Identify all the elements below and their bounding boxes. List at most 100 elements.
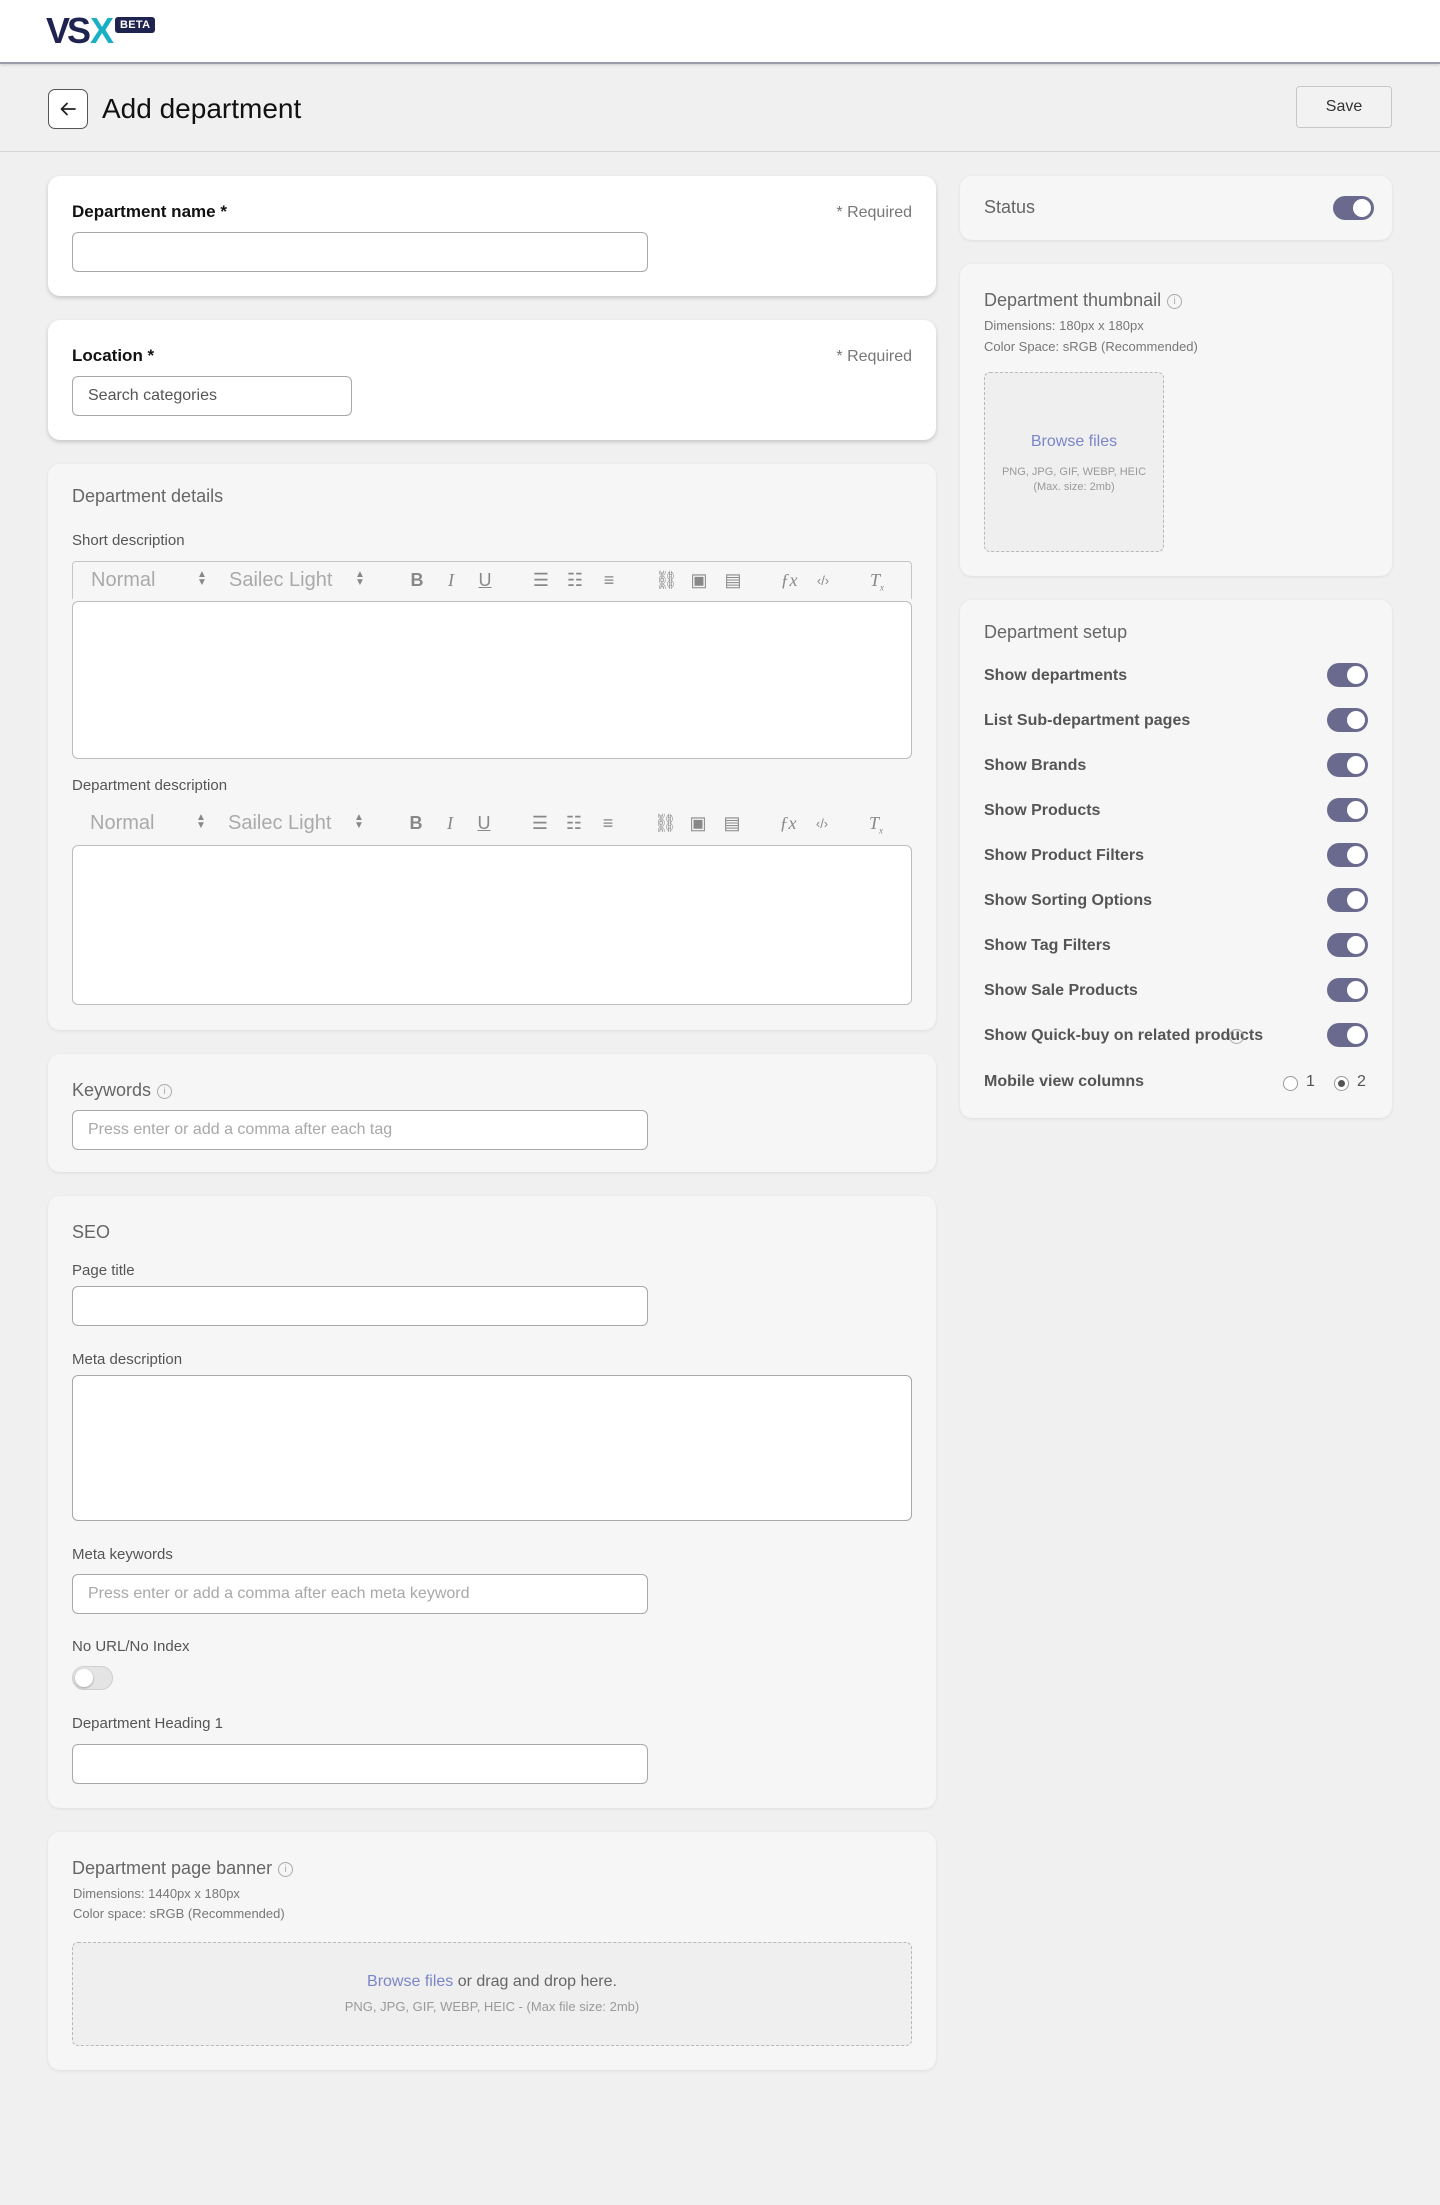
- no-index-toggle[interactable]: [72, 1666, 113, 1690]
- page-banner-card: Department page banner i Dimensions: 1440…: [48, 1832, 936, 2070]
- location-search-input[interactable]: Search categories: [72, 376, 352, 416]
- short-description-editor[interactable]: [72, 601, 912, 759]
- banner-color-space: Color space: sRGB (Recommended): [73, 1906, 285, 1921]
- keywords-input[interactable]: Press enter or add a comma after each ta…: [72, 1110, 648, 1150]
- browse-files-link[interactable]: Browse files: [367, 1973, 453, 1990]
- setup-item-label: Show Tag Filters: [984, 937, 1111, 954]
- ordered-list-icon[interactable]: ☰: [530, 813, 550, 834]
- department-heading-input[interactable]: [72, 1744, 648, 1784]
- seo-title: SEO: [72, 1222, 111, 1242]
- setup-item-label: Show Product Filters: [984, 847, 1145, 864]
- logo-vs: VS: [46, 10, 91, 51]
- bullet-list-icon[interactable]: ☷: [564, 813, 584, 834]
- mobile-columns-radio-2[interactable]: [1334, 1076, 1349, 1091]
- setup-toggle[interactable]: [1327, 708, 1368, 732]
- meta-keywords-input[interactable]: Press enter or add a comma after each me…: [72, 1574, 648, 1614]
- clear-format-icon[interactable]: Tx: [867, 570, 887, 593]
- required-note: * Required: [836, 348, 912, 365]
- department-description-toolbar: Normal ▲ ▼ Sailec Light ▲ ▼ B I U ☰ ☷ ≡ ⛓ …: [72, 805, 912, 843]
- setup-toggle[interactable]: [1327, 888, 1368, 912]
- no-index-label: No URL/No Index: [72, 1638, 190, 1655]
- back-button[interactable]: [48, 89, 88, 129]
- banner-dropzone[interactable]: Browse files or drag and drop here. PNG,…: [72, 1942, 912, 2046]
- department-description-editor[interactable]: [72, 845, 912, 1005]
- video-icon[interactable]: ▤: [722, 813, 742, 834]
- ordered-list-icon[interactable]: ☰: [531, 570, 551, 591]
- italic-icon[interactable]: I: [441, 570, 461, 591]
- align-icon[interactable]: ≡: [599, 570, 619, 591]
- format-select-arrows-icon: ▲ ▼: [196, 812, 206, 831]
- format-select[interactable]: Normal: [90, 812, 154, 835]
- thumbnail-max-size: (Max. size: 2mb): [1033, 481, 1115, 493]
- code-icon[interactable]: ‹/›: [812, 816, 832, 831]
- keywords-label: Keywords i: [72, 1080, 173, 1101]
- setup-toggle[interactable]: [1327, 978, 1368, 1002]
- top-bar: VS X BETA: [0, 0, 1440, 64]
- department-name-input[interactable]: [72, 232, 648, 272]
- italic-icon[interactable]: I: [440, 813, 460, 834]
- page-banner-title: Department page banner i: [72, 1858, 294, 1879]
- setup-item-label: Show Sorting Options: [984, 892, 1152, 909]
- status-toggle[interactable]: [1333, 196, 1374, 220]
- link-icon[interactable]: ⛓: [654, 813, 677, 834]
- vsx-logo[interactable]: VS X BETA: [46, 10, 156, 51]
- department-name-label: Department name *: [72, 202, 227, 221]
- thumbnail-title-text: Department thumbnail: [984, 290, 1162, 310]
- setup-item-label: Show Quick-buy on related products: [984, 1027, 1264, 1044]
- setup-toggle[interactable]: [1327, 933, 1368, 957]
- format-select[interactable]: Normal: [91, 569, 155, 592]
- align-icon[interactable]: ≡: [598, 813, 618, 834]
- meta-description-textarea[interactable]: [72, 1375, 912, 1521]
- meta-keywords-label: Meta keywords: [72, 1546, 173, 1563]
- bold-icon[interactable]: B: [406, 813, 426, 834]
- setup-item-label: Show Products: [984, 802, 1101, 819]
- save-button[interactable]: Save: [1296, 86, 1392, 128]
- bullet-list-icon[interactable]: ☷: [565, 570, 585, 591]
- setup-item-label: Show Sale Products: [984, 982, 1138, 999]
- code-icon[interactable]: ‹/›: [813, 573, 833, 588]
- font-select[interactable]: Sailec Light: [229, 569, 332, 592]
- format-select-arrows-icon: ▲ ▼: [197, 569, 207, 588]
- department-details-title: Department details: [72, 486, 224, 506]
- formula-icon[interactable]: ƒx: [779, 570, 799, 591]
- bold-icon[interactable]: B: [407, 570, 427, 591]
- setup-toggle[interactable]: [1327, 753, 1368, 777]
- arrow-left-icon: [60, 102, 76, 116]
- location-label: Location *: [72, 346, 155, 365]
- info-icon[interactable]: i: [278, 1861, 294, 1877]
- info-icon[interactable]: i: [1167, 293, 1183, 309]
- info-icon[interactable]: i: [1229, 1029, 1244, 1044]
- meta-description-label: Meta description: [72, 1351, 183, 1368]
- mobile-columns-radio-1[interactable]: [1283, 1076, 1298, 1091]
- page-title-input[interactable]: [72, 1286, 648, 1326]
- department-heading-label: Department Heading 1: [72, 1715, 223, 1732]
- clear-format-icon[interactable]: Tx: [866, 813, 886, 836]
- link-icon[interactable]: ⛓: [655, 570, 678, 591]
- browse-files-link[interactable]: Browse files: [985, 433, 1163, 451]
- underline-icon[interactable]: U: [474, 813, 494, 834]
- image-icon[interactable]: ▣: [688, 813, 708, 834]
- thumbnail-dropzone[interactable]: Browse files PNG, JPG, GIF, WEBP, HEIC (…: [984, 372, 1164, 552]
- page-header: Add department Save: [0, 66, 1440, 152]
- short-description-label: Short description: [72, 532, 185, 549]
- setup-toggle[interactable]: [1327, 843, 1368, 867]
- font-select[interactable]: Sailec Light: [228, 812, 331, 835]
- department-setup-title: Department setup: [984, 622, 1128, 642]
- underline-icon[interactable]: U: [475, 570, 495, 591]
- video-icon[interactable]: ▤: [723, 570, 743, 591]
- info-icon[interactable]: i: [157, 1083, 173, 1099]
- department-name-card: Department name * * Required: [48, 176, 936, 296]
- formula-icon[interactable]: ƒx: [778, 813, 798, 834]
- mobile-columns-option-1: 1: [1306, 1073, 1315, 1090]
- setup-toggle[interactable]: [1327, 1023, 1368, 1047]
- setup-toggle[interactable]: [1327, 663, 1368, 687]
- font-select-arrows-icon: ▲ ▼: [355, 569, 365, 588]
- keywords-label-text: Keywords: [72, 1080, 152, 1100]
- department-setup-card: Department setup Show departments List Su…: [960, 600, 1392, 1118]
- banner-formats: PNG, JPG, GIF, WEBP, HEIC - (Max file si…: [344, 1999, 640, 2014]
- setup-item-label: List Sub-department pages: [984, 712, 1191, 729]
- page-title-label: Page title: [72, 1262, 135, 1279]
- setup-toggle[interactable]: [1327, 798, 1368, 822]
- image-icon[interactable]: ▣: [689, 570, 709, 591]
- status-label: Status: [984, 197, 1036, 217]
